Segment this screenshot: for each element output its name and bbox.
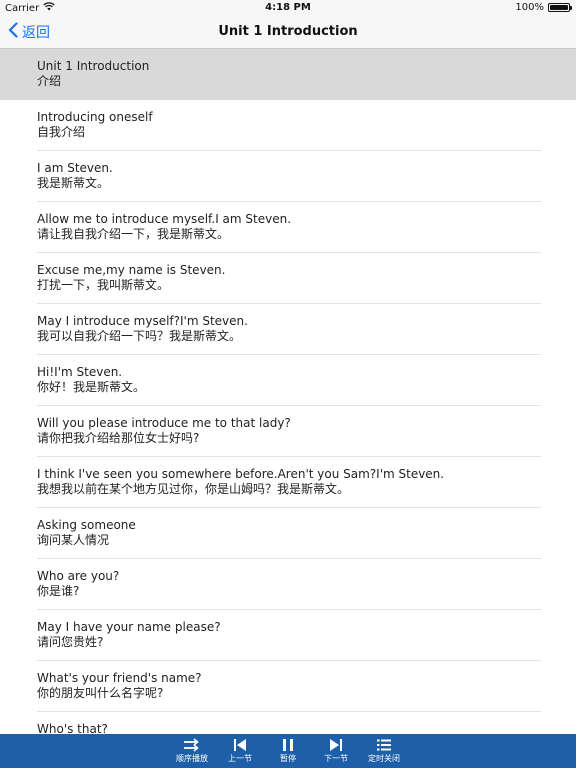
sentence-chinese: 自我介绍 (37, 125, 86, 139)
sentence-english: May I have your name please? (37, 620, 221, 634)
sentence-chinese: 我是斯蒂文。 (37, 176, 110, 190)
sentence-english: I think I've seen you somewhere before.A… (37, 467, 445, 481)
sentence-chinese: 我想我以前在某个地方见过你，你是山姆吗？我是斯蒂文。 (37, 482, 350, 496)
status-time: 4:18 PM (265, 2, 311, 13)
list-item[interactable]: May I have your name please? 请问您贵姓? (0, 610, 576, 661)
shuffle-icon (168, 738, 216, 752)
status-right: 100% (515, 2, 572, 13)
battery-fill (550, 5, 568, 10)
timer-close-button[interactable]: 定时关闭 (360, 738, 408, 764)
list-item[interactable]: Who are you? 你是谁? (0, 559, 576, 610)
sentence-english: Unit 1 Introduction (37, 59, 150, 73)
sentence-chinese: 请你把我介绍给那位女士好吗? (37, 431, 200, 445)
battery-icon (548, 3, 572, 12)
battery-percent: 100% (515, 2, 544, 13)
status-bar: Carrier 4:18 PM 100% (0, 0, 576, 16)
sentence-english: Introducing oneself (37, 110, 153, 124)
previous-button[interactable]: 上一节 (216, 738, 264, 764)
sentence-english: Will you please introduce me to that lad… (37, 416, 291, 430)
list-item[interactable]: Asking someone 询问某人情况 (0, 508, 576, 559)
sentence-chinese: 询问某人情况 (37, 533, 110, 547)
sentence-chinese: 我可以自我介绍一下吗？我是斯蒂文。 (37, 329, 242, 343)
navigation-bar: 返回 Unit 1 Introduction (0, 16, 576, 49)
sentence-english: What's your friend's name? (37, 671, 202, 685)
sentence-list[interactable]: Unit 1 Introduction 介绍 Introducing oneself… (0, 49, 576, 734)
skip-back-icon (216, 738, 264, 752)
sentence-english: Excuse me,my name is Steven. (37, 263, 226, 277)
order-play-button[interactable]: 顺序播放 (168, 738, 216, 764)
next-button[interactable]: 下一节 (312, 738, 360, 764)
sentence-english: Who's that? (37, 722, 108, 734)
playback-toolbar: 顺序播放 上一节 暂停 下一节 定时关闭 (0, 734, 576, 768)
list-item[interactable]: Introducing oneself 自我介绍 (0, 100, 576, 151)
sentence-chinese: 请问您贵姓? (37, 635, 104, 649)
skip-forward-icon (312, 738, 360, 752)
list-item[interactable]: Who's that? (0, 712, 576, 734)
pause-icon (264, 738, 312, 752)
list-item[interactable]: Hi!I'm Steven. 你好！我是斯蒂文。 (0, 355, 576, 406)
previous-label: 上一节 (228, 754, 252, 763)
sentence-english: Allow me to introduce myself.I am Steven… (37, 212, 292, 226)
sentence-chinese: 你好！我是斯蒂文。 (37, 380, 146, 394)
list-item[interactable]: I am Steven. 我是斯蒂文。 (0, 151, 576, 202)
next-label: 下一节 (324, 754, 348, 763)
list-item[interactable]: Excuse me,my name is Steven. 打扰一下，我叫斯蒂文。 (0, 253, 576, 304)
list-item[interactable]: Allow me to introduce myself.I am Steven… (0, 202, 576, 253)
sentence-chinese: 请让我自我介绍一下，我是斯蒂文。 (37, 227, 230, 241)
sentence-chinese: 你的朋友叫什么名字呢? (37, 686, 164, 700)
list-icon (360, 738, 408, 752)
sentence-english: Asking someone (37, 518, 136, 532)
sentence-english: Hi!I'm Steven. (37, 365, 123, 379)
sentence-english: I am Steven. (37, 161, 113, 175)
list-item[interactable]: May I introduce myself?I'm Steven. 我可以自我介… (0, 304, 576, 355)
order-play-label: 顺序播放 (176, 754, 208, 763)
sentence-english: May I introduce myself?I'm Steven. (37, 314, 248, 328)
page-title: Unit 1 Introduction (218, 24, 358, 39)
sentence-chinese: 打扰一下，我叫斯蒂文。 (37, 278, 170, 292)
sentence-english: Who are you? (37, 569, 120, 583)
list-item[interactable]: What's your friend's name? 你的朋友叫什么名字呢? (0, 661, 576, 712)
list-item[interactable]: Unit 1 Introduction 介绍 (0, 49, 576, 100)
sentence-chinese: 介绍 (37, 74, 62, 88)
sentence-chinese: 你是谁? (37, 584, 80, 598)
pause-button[interactable]: 暂停 (264, 738, 312, 764)
timer-close-label: 定时关闭 (368, 754, 400, 763)
pause-label: 暂停 (280, 754, 296, 763)
list-item[interactable]: Will you please introduce me to that lad… (0, 406, 576, 457)
list-item[interactable]: I think I've seen you somewhere before.A… (0, 457, 576, 508)
